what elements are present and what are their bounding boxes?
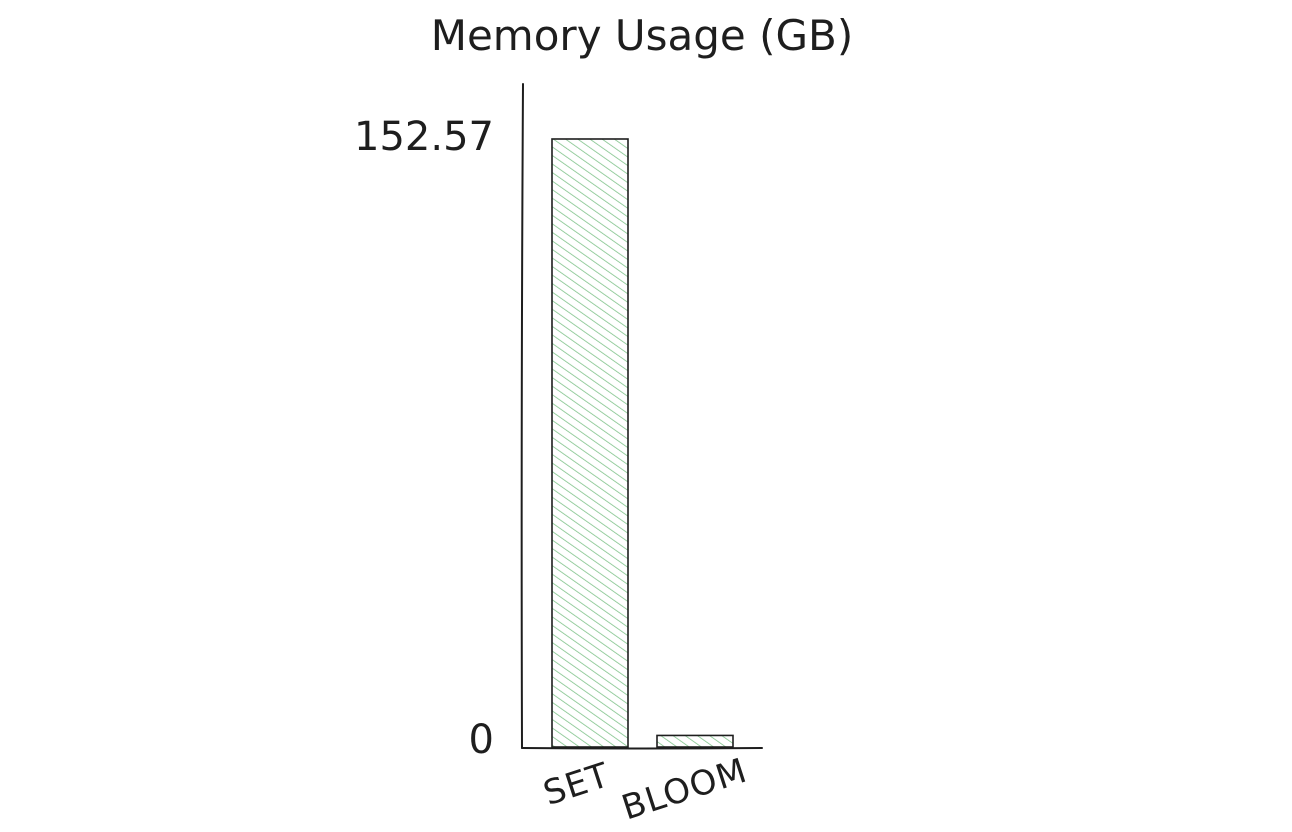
bars-group xyxy=(551,138,734,748)
x-tick-label-bloom: BLOOM xyxy=(617,751,752,829)
x-axis-line xyxy=(521,747,763,750)
category-labels-group: SET BLOOM xyxy=(539,751,752,829)
chart-title: Memory Usage (GB) xyxy=(431,11,854,60)
bar-chart: Memory Usage (GB) 152.57 0 SET BLOOM xyxy=(354,11,854,829)
bar-set xyxy=(551,138,629,748)
y-tick-label-zero: 0 xyxy=(469,717,494,763)
x-tick-label-set: SET xyxy=(539,755,615,814)
bar-bloom xyxy=(656,734,734,748)
y-axis-line xyxy=(520,83,524,749)
y-tick-label-max: 152.57 xyxy=(354,114,494,160)
